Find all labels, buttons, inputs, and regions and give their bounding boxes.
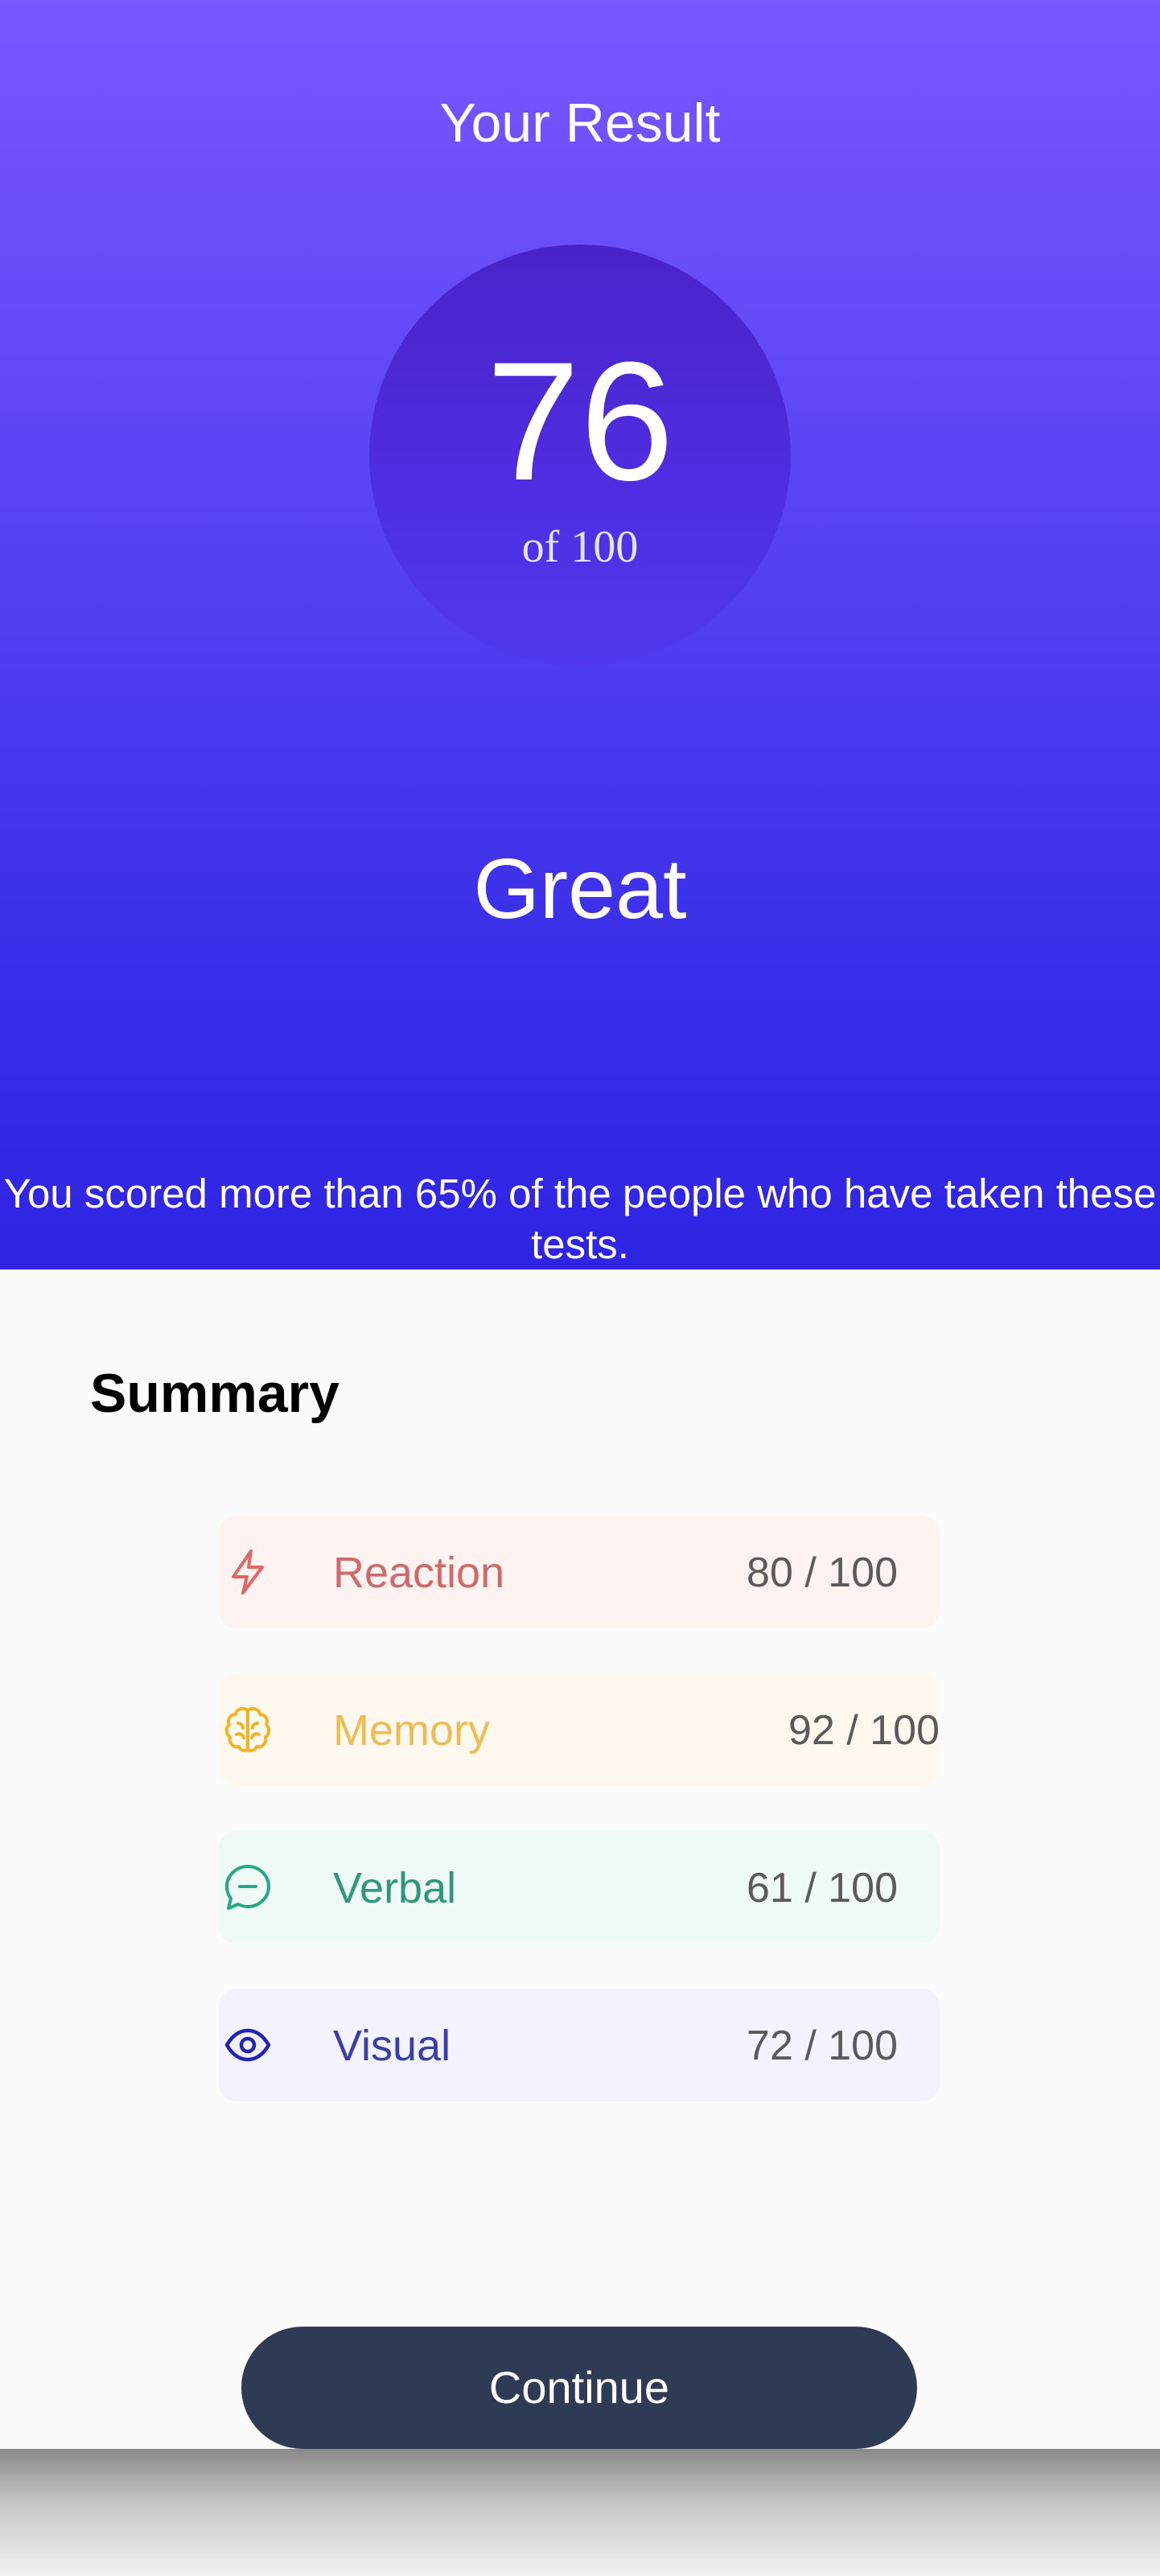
bottom-shadow xyxy=(0,2449,1160,2576)
summary-item-score: 80 / 100 xyxy=(747,1549,898,1596)
summary-item-memory: Memory 92 / 100 xyxy=(219,1673,940,1786)
score-max: of 100 xyxy=(521,522,639,572)
summary-title: Summary xyxy=(90,1363,339,1424)
summary-item-visual: Visual 72 / 100 xyxy=(219,1989,940,2101)
summary-item-label: Visual xyxy=(333,2022,451,2070)
continue-button[interactable]: Continue xyxy=(241,2327,917,2449)
summary-item-score: 92 / 100 xyxy=(788,1707,940,1754)
summary-item-verbal: Verbal 61 / 100 xyxy=(219,1831,940,1944)
lightning-icon xyxy=(222,1546,274,1598)
summary-item-label: Verbal xyxy=(333,1864,457,1912)
summary-item-score: 72 / 100 xyxy=(747,2023,898,2069)
result-hero: Your Result 76 of 100 Great You scored m… xyxy=(0,0,1160,1269)
summary-item-score: 61 / 100 xyxy=(747,1865,898,1911)
summary-item-label: Memory xyxy=(333,1706,491,1755)
page-title: Your Result xyxy=(439,93,721,154)
score-circle: 76 of 100 xyxy=(369,245,791,666)
summary-item-label: Reaction xyxy=(333,1549,505,1597)
score-value: 76 xyxy=(486,327,674,516)
brain-icon xyxy=(222,1704,274,1755)
grade-label: Great xyxy=(473,842,687,936)
chat-bubble-icon xyxy=(222,1862,274,1913)
percentile-text: You scored more than 65% of the people w… xyxy=(3,1171,1157,1267)
summary-item-reaction: Reaction 80 / 100 xyxy=(219,1516,940,1628)
eye-icon xyxy=(222,2019,274,2071)
